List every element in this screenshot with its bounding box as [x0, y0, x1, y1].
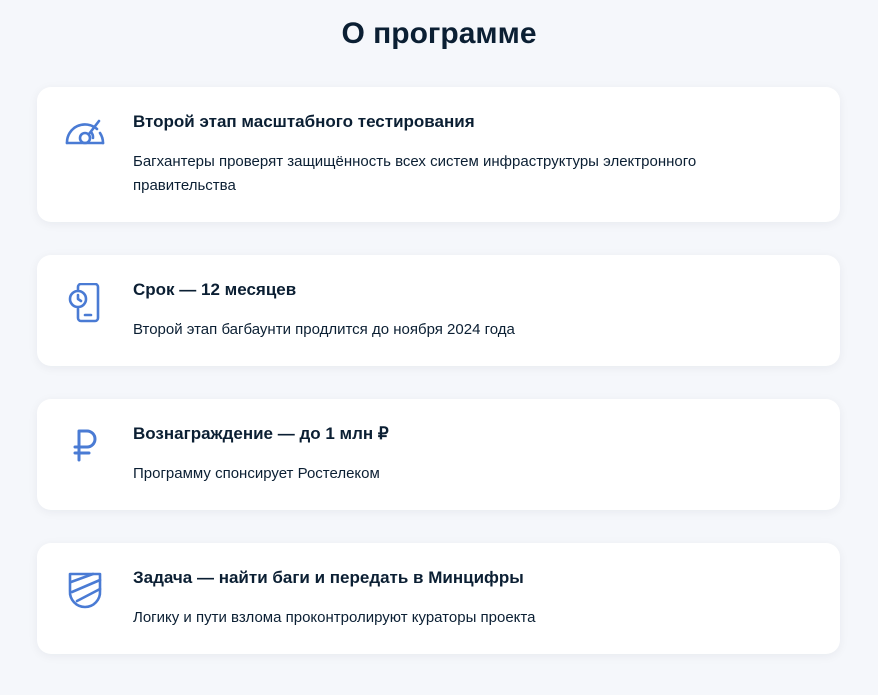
card-title: Задача — найти баги и передать в Минцифр… [133, 568, 524, 587]
phone-clock-icon [63, 281, 107, 325]
card-title: Второй этап масштабного тестирования [133, 112, 475, 131]
shield-icon [63, 567, 107, 611]
card-description: Багхантеры проверят защищённость всех си… [133, 153, 697, 194]
info-card-reward: Вознаграждение — до 1 млн ₽ Программу сп… [37, 399, 840, 510]
card-title: Срок — 12 месяцев [133, 280, 297, 299]
page-title: О программе [341, 17, 537, 50]
speedometer-icon [63, 111, 107, 155]
card-description: Логику и пути взлома проконтролируют кур… [133, 609, 536, 626]
ruble-icon [63, 423, 107, 467]
card-description: Программу спонсирует Ростелеком [133, 465, 380, 482]
card-title: Вознаграждение — до 1 млн ₽ [133, 424, 389, 443]
card-description: Второй этап багбаунти продлится до ноябр… [133, 321, 515, 338]
info-card-testing: Второй этап масштабного тестирования Баг… [37, 87, 840, 222]
info-card-duration: Срок — 12 месяцев Второй этап багбаунти … [37, 255, 840, 366]
info-card-task: Задача — найти баги и передать в Минцифр… [37, 543, 840, 654]
